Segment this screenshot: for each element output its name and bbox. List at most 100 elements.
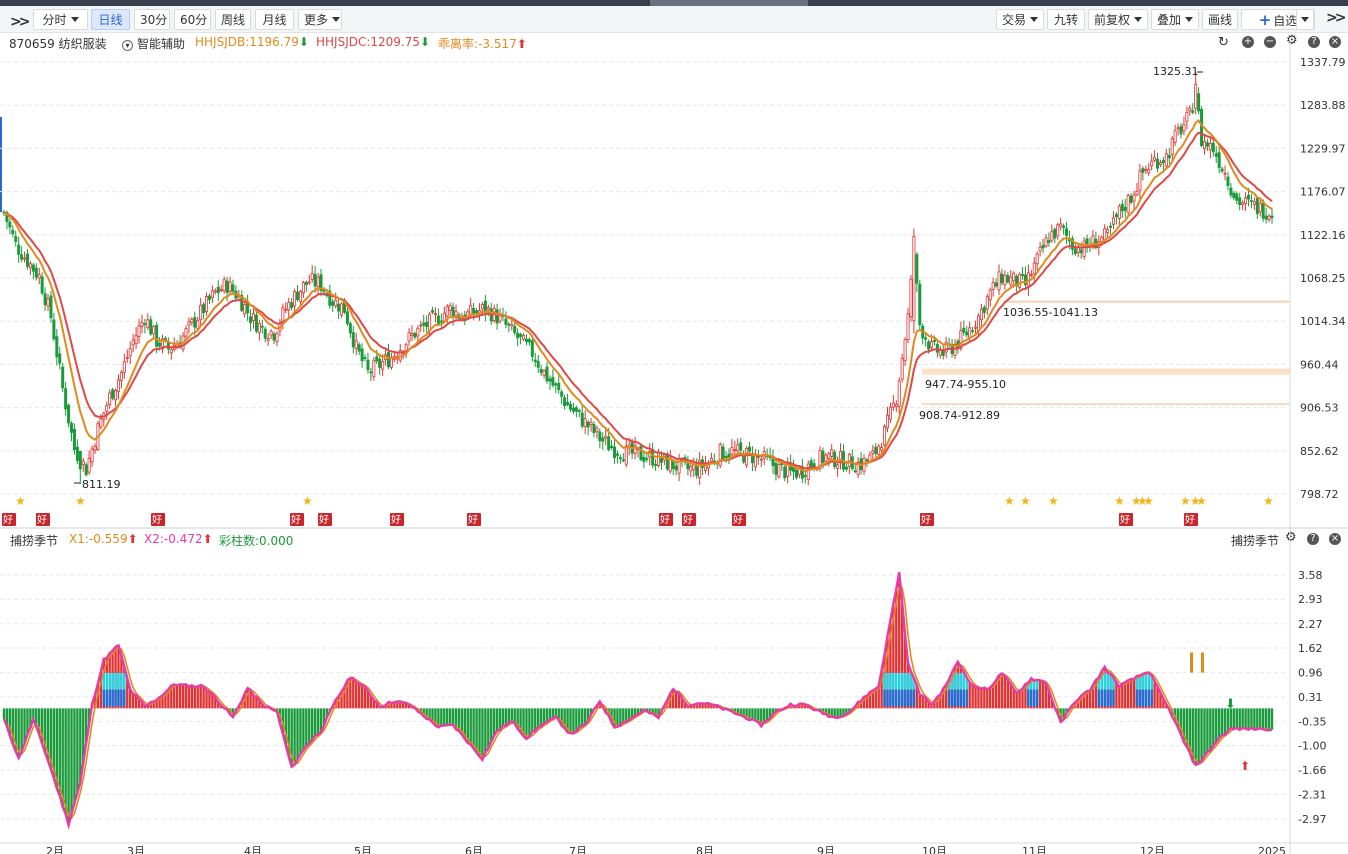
candle-body	[853, 470, 857, 473]
candle-body	[615, 453, 619, 456]
histogram-bar-blue	[903, 689, 907, 707]
good-signal-label: 好	[152, 514, 162, 526]
candle-body	[1009, 276, 1013, 285]
sub-y-tick-label: 2.93	[1298, 593, 1323, 606]
sub-y-tick-label: -2.97	[1298, 813, 1326, 826]
candle-body	[475, 310, 479, 314]
histogram-bar	[1264, 708, 1268, 731]
histogram-bar	[1235, 708, 1238, 729]
histogram-bar-cyan	[117, 672, 120, 690]
histogram-bar-cyan	[108, 672, 111, 690]
candle-body	[416, 327, 420, 337]
histogram-bar	[131, 693, 135, 709]
histogram-bar-blue	[114, 689, 117, 707]
histogram-bar	[1241, 708, 1244, 728]
candle-body	[1264, 215, 1268, 220]
candle-body	[436, 315, 440, 325]
candle-body	[574, 407, 578, 412]
x-axis-label: 3月	[127, 845, 145, 854]
candle-body	[1267, 215, 1271, 220]
candle-body	[193, 317, 197, 328]
histogram-bar	[1267, 708, 1271, 731]
histogram-bar-cyan	[114, 672, 117, 690]
candle-body	[1176, 127, 1180, 130]
main-y-tick-label: 1068.25	[1300, 272, 1346, 285]
candle-body	[354, 340, 358, 349]
candle-body	[351, 332, 355, 348]
candle-body	[689, 466, 693, 472]
candle-body	[357, 344, 361, 352]
candle-body	[524, 338, 528, 342]
histogram-bar	[539, 708, 543, 727]
sub-y-tick-label: 1.62	[1298, 642, 1323, 655]
histogram-bar-blue	[1109, 689, 1112, 707]
histogram-bar	[355, 682, 358, 709]
candle-body	[81, 460, 85, 465]
histogram-bar	[1003, 676, 1007, 709]
histogram-bar	[187, 687, 191, 709]
histogram-bar-blue	[962, 689, 966, 707]
good-signal-label: 好	[733, 514, 743, 526]
candle-body	[536, 360, 540, 368]
candle-body	[216, 286, 220, 294]
candle-body	[114, 389, 118, 401]
candle-body	[1220, 168, 1224, 172]
candle-body	[1047, 239, 1051, 243]
histogram-bar	[252, 695, 255, 709]
candle-body	[298, 291, 302, 302]
candle-body	[1123, 206, 1127, 211]
histogram-bar-blue	[105, 689, 108, 707]
candle-body	[727, 453, 731, 458]
histogram-bar	[1200, 708, 1203, 761]
candle-body	[1006, 275, 1010, 283]
signal-star-icon: ★	[1004, 494, 1015, 508]
histogram-bar	[58, 708, 61, 796]
candle-body	[530, 340, 534, 357]
histogram-bar	[20, 708, 23, 752]
candle-body	[257, 322, 261, 333]
candle-body	[158, 342, 162, 347]
candle-body	[1161, 159, 1165, 164]
candle-body	[480, 304, 484, 310]
candle-body	[433, 313, 437, 316]
candle-body	[1208, 142, 1212, 151]
candle-body	[1249, 200, 1253, 202]
candle-body	[1261, 202, 1265, 219]
candle-body	[134, 335, 138, 344]
histogram-bar	[305, 708, 308, 747]
candle-body	[143, 323, 147, 326]
histogram-bar	[440, 708, 443, 726]
histogram-bar	[986, 689, 989, 709]
signal-star-icon: ★	[1196, 494, 1207, 508]
candle-body	[645, 458, 649, 460]
candle-body	[1229, 187, 1233, 196]
histogram-bar-cyan	[1103, 672, 1106, 690]
candle-body	[695, 465, 699, 476]
histogram-bar	[1115, 682, 1118, 709]
candle-body	[381, 361, 385, 370]
histogram-bar	[205, 690, 208, 709]
candle-body	[43, 293, 47, 306]
histogram-bar	[308, 708, 311, 744]
candle-body	[1141, 168, 1145, 173]
candle-body	[592, 424, 596, 433]
chart-canvas[interactable]: 1337.79 1283.88 1229.97 1176.07 1122.16 1068.…	[0, 0, 1348, 854]
histogram-bar	[2, 708, 6, 720]
histogram-bar	[1206, 708, 1209, 752]
candle-body	[146, 319, 150, 328]
candle-body	[566, 402, 570, 405]
candle-body	[372, 360, 376, 378]
candle-body	[149, 319, 153, 335]
candle-body	[1179, 126, 1183, 135]
histogram-bar-blue	[1103, 689, 1106, 707]
histogram-bar-blue	[1112, 689, 1115, 707]
histogram-bar	[1194, 708, 1197, 765]
candle-body	[982, 306, 986, 313]
main-y-tick-label: 1014.34	[1300, 315, 1346, 328]
candle-body	[1003, 274, 1007, 286]
histogram-bar-blue	[123, 689, 126, 707]
candle-body	[61, 366, 65, 389]
candle-body	[522, 334, 526, 340]
histogram-bar	[754, 708, 757, 721]
candle-body	[885, 414, 889, 429]
